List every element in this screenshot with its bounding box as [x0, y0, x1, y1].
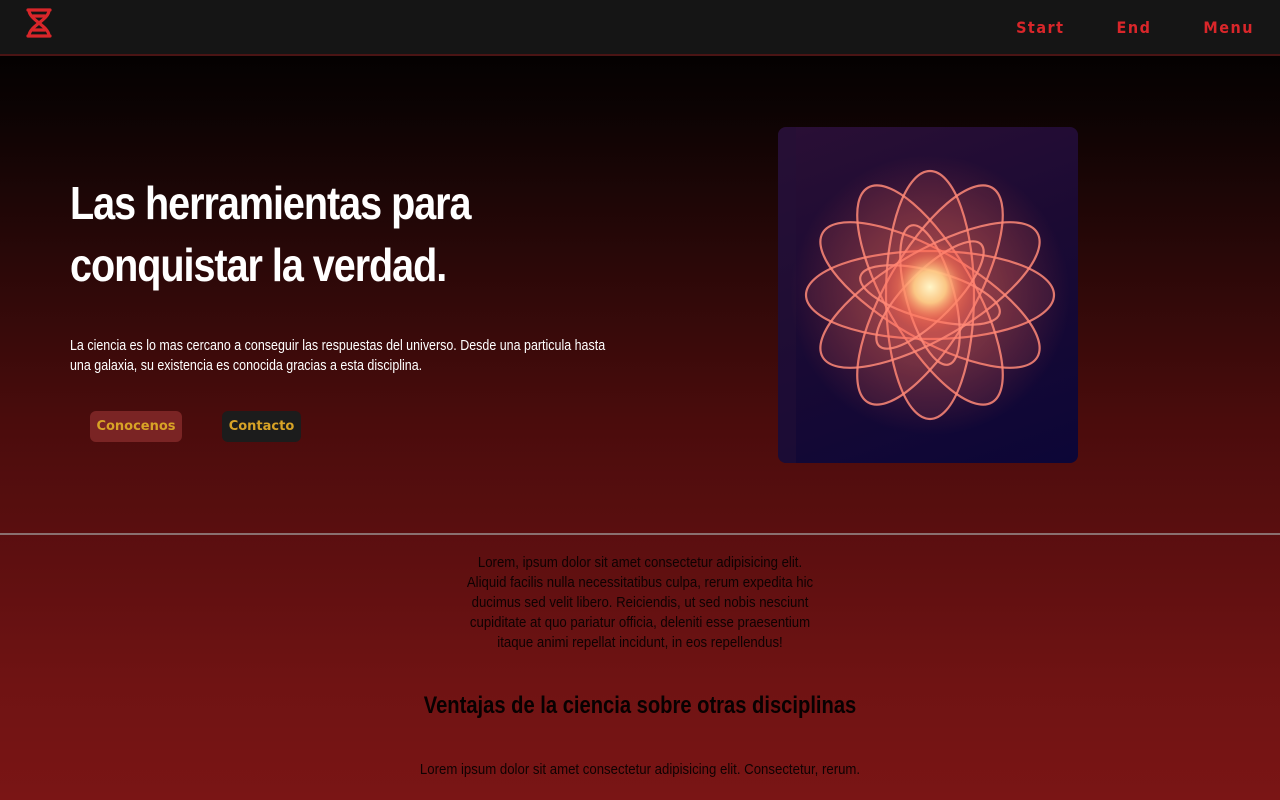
intro-text: Lorem, ipsum dolor sit amet consectetur …: [466, 554, 814, 651]
nav-link-end[interactable]: End: [1117, 18, 1152, 37]
section-divider: [0, 533, 1280, 535]
dna-icon[interactable]: [24, 7, 54, 39]
section-text: Lorem ipsum dolor sit amet consectetur a…: [419, 761, 861, 778]
atom-icon: [778, 127, 1070, 463]
hero-image: [778, 127, 1078, 463]
nav-links: Start End Menu: [964, 0, 1254, 54]
nav-link-start[interactable]: Start: [1016, 18, 1064, 37]
hero-title: Las herramientas para conquistar la verd…: [70, 177, 472, 291]
navbar: Start End Menu: [0, 0, 1280, 56]
hero-description: La ciencia es lo mas cercano a conseguir…: [70, 338, 606, 374]
nav-link-menu[interactable]: Menu: [1203, 18, 1254, 37]
section-heading: Ventajas de la ciencia sobre otras disci…: [423, 692, 857, 719]
contacto-button[interactable]: Contacto: [222, 411, 301, 442]
conocenos-button[interactable]: Conocenos: [90, 411, 182, 442]
